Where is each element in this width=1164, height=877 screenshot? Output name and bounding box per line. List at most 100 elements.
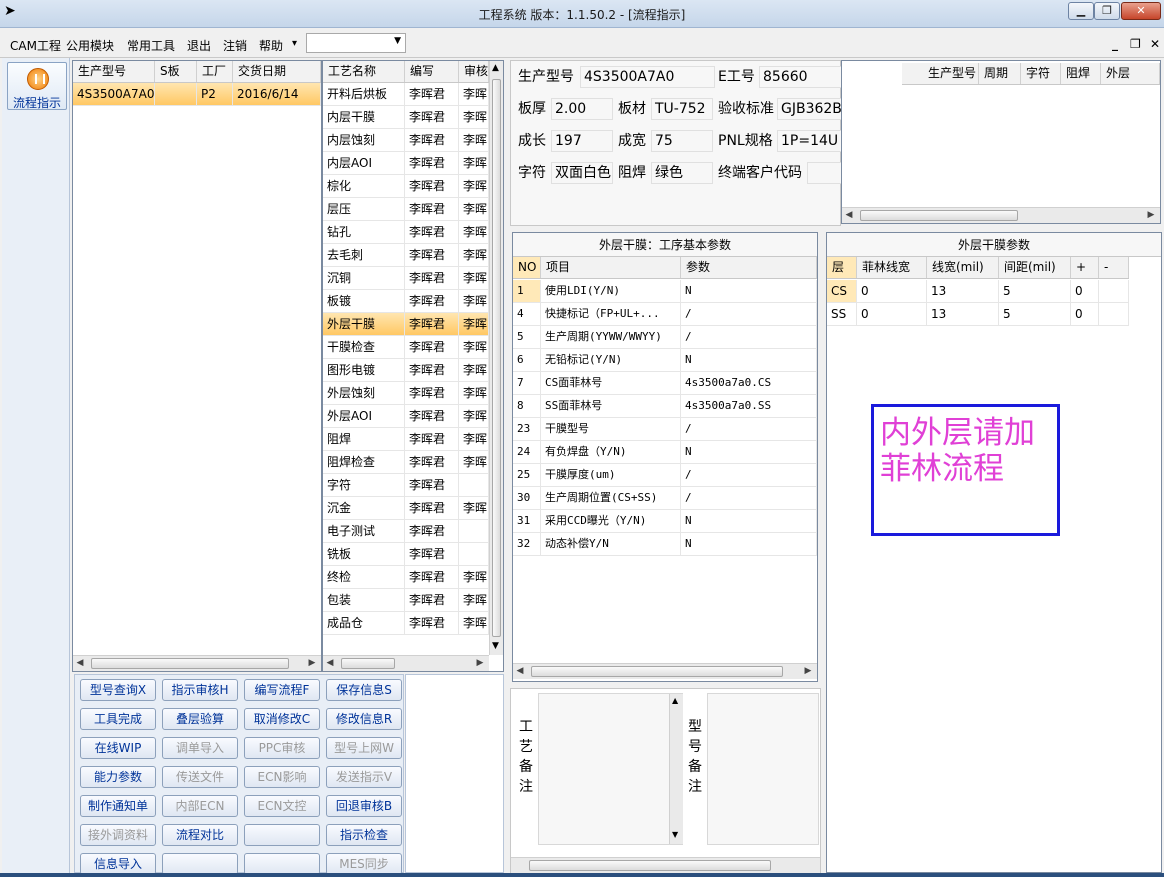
scroll-right-icon[interactable]: ▶ [1146, 210, 1156, 220]
action-button[interactable]: ECN影响 [244, 766, 320, 788]
scrollbar-thumb[interactable] [492, 79, 501, 637]
table-row[interactable]: 外层蚀刻 李晖君 李晖 [323, 382, 489, 405]
vertical-scrollbar[interactable]: ▲ ▼ [669, 694, 683, 844]
process-instruction-nav-button[interactable]: 流程指示 [7, 62, 67, 110]
table-row[interactable]: 25 干膜厚度(um) / [513, 464, 817, 487]
col-no[interactable]: NO [513, 257, 541, 278]
scroll-right-icon[interactable]: ▶ [307, 658, 317, 668]
table-row[interactable]: 层压 李晖君 李晖 [323, 198, 489, 221]
col-minus[interactable]: - [1099, 257, 1129, 278]
horizontal-scrollbar[interactable]: ◀ ▶ [842, 207, 1160, 223]
scroll-up-icon[interactable]: ▲ [672, 696, 678, 705]
horizontal-scrollbar[interactable]: ◀ ▶ [323, 655, 489, 671]
action-button[interactable]: 型号上网W [326, 737, 402, 759]
menu-cam[interactable]: CAM工程 [10, 37, 61, 54]
table-row[interactable]: 终检 李晖君 李晖 [323, 566, 489, 589]
table-row[interactable]: 去毛刺 李晖君 李晖 [323, 244, 489, 267]
model-field[interactable]: 4S3500A7A0 [580, 66, 715, 88]
table-row[interactable]: 31 采用CCD曝光（Y/N) N [513, 510, 817, 533]
menu-common-tools[interactable]: 常用工具 [127, 37, 175, 54]
scroll-right-icon[interactable]: ▶ [803, 666, 813, 676]
thickness-field[interactable]: 2.00 [551, 98, 613, 120]
action-button[interactable]: 工具完成 [80, 708, 156, 730]
pnl-field[interactable]: 1P=14U [777, 130, 842, 152]
table-row[interactable]: 阻焊检查 李晖君 李晖 [323, 451, 489, 474]
mdi-close-button[interactable]: ✕ [1150, 37, 1160, 51]
scrollbar-thumb[interactable] [529, 860, 771, 871]
scrollbar-thumb[interactable] [91, 658, 289, 669]
material-field[interactable]: TU-752 [651, 98, 713, 120]
scroll-left-icon[interactable]: ◀ [75, 658, 85, 668]
table-row[interactable]: 24 有负焊盘（Y/N) N [513, 441, 817, 464]
mdi-restore-button[interactable]: ❐ [1130, 37, 1141, 51]
action-button[interactable]: 信息导入 [80, 853, 156, 875]
table-row[interactable]: SS 0 13 5 0 [827, 303, 1129, 326]
table-row[interactable]: 阻焊 李晖君 李晖 [323, 428, 489, 451]
table-row[interactable]: 外层干膜 李晖君 李晖 [323, 313, 489, 336]
related-model-grid[interactable]: 生产型号 周期 字符 阻焊 外层 ◀ ▶ [841, 60, 1161, 224]
scroll-left-icon[interactable]: ◀ [515, 666, 525, 676]
col-cycle[interactable]: 周期 [979, 63, 1021, 84]
table-row[interactable]: 23 干膜型号 / [513, 418, 817, 441]
basic-params-grid[interactable]: 外层干膜：工序基本参数 NO 项目 参数 1 使用LDI(Y/N) N 4 快捷标记（F… [512, 232, 818, 682]
table-row[interactable]: 电子测试 李晖君 [323, 520, 489, 543]
menu-help[interactable]: 帮助 [259, 37, 283, 54]
table-row[interactable]: 成品仓 李晖君 李晖 [323, 612, 489, 635]
action-button[interactable] [244, 853, 320, 875]
table-row[interactable]: 7 CS面菲林号 4s3500a7a0.CS [513, 372, 817, 395]
standard-field[interactable]: GJB362B [777, 98, 842, 120]
mdi-minimize-button[interactable]: _ [1112, 37, 1118, 51]
horizontal-scrollbar[interactable]: ◀ ▶ [513, 663, 817, 679]
table-row[interactable]: 开料后烘板 李晖君 李晖 [323, 83, 489, 106]
col-model[interactable]: 生产型号 [902, 63, 979, 84]
soldermask-field[interactable]: 绿色 [651, 162, 713, 184]
chevron-down-icon[interactable]: ▾ [292, 38, 297, 49]
col-item[interactable]: 项目 [541, 257, 681, 278]
col-author[interactable]: 编写 [405, 61, 459, 82]
menu-logout[interactable]: 注销 [223, 37, 247, 54]
scroll-left-icon[interactable]: ◀ [844, 210, 854, 220]
action-button[interactable]: 流程对比 [162, 824, 238, 846]
table-row[interactable]: 1 使用LDI(Y/N) N [513, 280, 817, 303]
action-button[interactable]: 修改信息R [326, 708, 402, 730]
table-row[interactable]: 外层AOI 李晖君 李晖 [323, 405, 489, 428]
length-field[interactable]: 197 [551, 130, 613, 152]
col-film-width[interactable]: 菲林线宽 [857, 257, 927, 278]
table-row[interactable]: 4S3500A7A0 P2 2016/6/14 [73, 83, 321, 106]
col-layer[interactable]: 层 [827, 257, 857, 278]
col-sboard[interactable]: S板 [155, 61, 197, 82]
table-row[interactable]: 包装 李晖君 李晖 [323, 589, 489, 612]
action-button[interactable]: 能力参数 [80, 766, 156, 788]
col-outer[interactable]: 外层 [1101, 63, 1160, 84]
table-row[interactable]: 板镀 李晖君 李晖 [323, 290, 489, 313]
action-button[interactable]: 保存信息S [326, 679, 402, 701]
action-button[interactable]: 指示检查 [326, 824, 402, 846]
table-row[interactable]: 字符 李晖君 [323, 474, 489, 497]
table-row[interactable]: 沉金 李晖君 李晖 [323, 497, 489, 520]
action-button[interactable]: 制作通知单 [80, 795, 156, 817]
table-row[interactable]: 内层干膜 李晖君 李晖 [323, 106, 489, 129]
action-button[interactable] [244, 824, 320, 846]
table-row[interactable]: 30 生产周期位置(CS+SS) / [513, 487, 817, 510]
menu-exit[interactable]: 退出 [187, 37, 211, 54]
table-row[interactable]: 棕化 李晖君 李晖 [323, 175, 489, 198]
action-button[interactable]: 型号查询X [80, 679, 156, 701]
process-remark-field[interactable]: ▲ ▼ [538, 693, 683, 845]
horizontal-scrollbar[interactable]: ◀ ▶ [73, 655, 321, 671]
action-button[interactable]: 指示审核H [162, 679, 238, 701]
table-row[interactable]: 内层AOI 李晖君 李晖 [323, 152, 489, 175]
close-button[interactable]: ✕ [1121, 2, 1161, 20]
col-process-name[interactable]: 工艺名称 [323, 61, 405, 82]
table-row[interactable]: 内层蚀刻 李晖君 李晖 [323, 129, 489, 152]
action-button[interactable]: 在线WIP [80, 737, 156, 759]
action-button[interactable]: 传送文件 [162, 766, 238, 788]
action-button[interactable]: 接外调资料 [80, 824, 156, 846]
maximize-button[interactable]: ❐ [1094, 2, 1120, 20]
col-reviewer[interactable]: 审核 [459, 61, 489, 82]
action-button[interactable]: 叠层验算 [162, 708, 238, 730]
orders-grid[interactable]: 生产型号 S板 工厂 交货日期 4S3500A7A0 P2 2016/6/14 … [72, 60, 322, 672]
action-button[interactable]: 回退审核B [326, 795, 402, 817]
table-row[interactable]: 干膜检查 李晖君 李晖 [323, 336, 489, 359]
scrollbar-thumb[interactable] [860, 210, 1018, 221]
table-row[interactable]: 8 SS面菲林号 4s3500a7a0.SS [513, 395, 817, 418]
